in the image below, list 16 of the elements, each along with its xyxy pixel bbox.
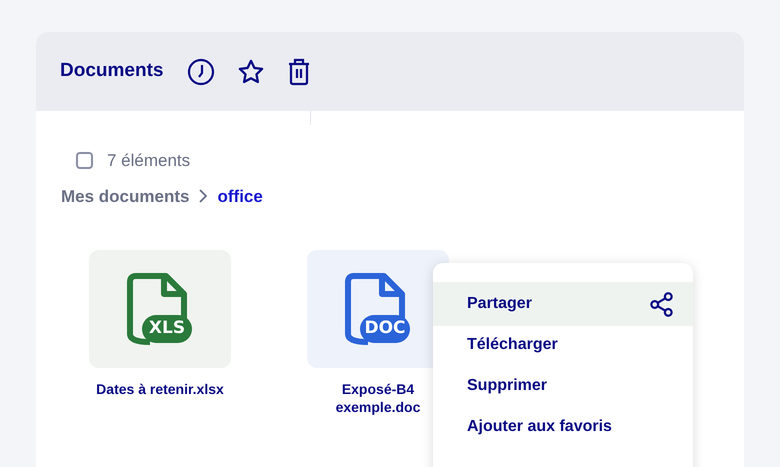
breadcrumb-link[interactable]: Mes documents bbox=[61, 184, 190, 209]
star-icon[interactable] bbox=[237, 58, 266, 86]
file-name: Dates à retenir.xlsx bbox=[95, 380, 225, 398]
file-name: Exposé-B4 exemple.doc bbox=[334, 380, 422, 416]
chevron-right-icon bbox=[199, 189, 208, 204]
select-all-checkbox[interactable] bbox=[76, 152, 93, 170]
clock-icon[interactable] bbox=[187, 58, 216, 86]
file-tile[interactable]: XLS bbox=[89, 250, 231, 368]
file-tile[interactable]: DOC bbox=[307, 250, 449, 368]
menu-item[interactable]: Partager bbox=[433, 282, 693, 326]
share-icon bbox=[648, 290, 675, 318]
trash-icon[interactable] bbox=[287, 58, 312, 86]
item-count: 7 éléments bbox=[107, 150, 190, 172]
header-title: Documents bbox=[60, 59, 164, 84]
menu-item[interactable]: Ajouter aux favoris bbox=[433, 405, 693, 449]
breadcrumb-link[interactable]: office bbox=[217, 184, 263, 209]
